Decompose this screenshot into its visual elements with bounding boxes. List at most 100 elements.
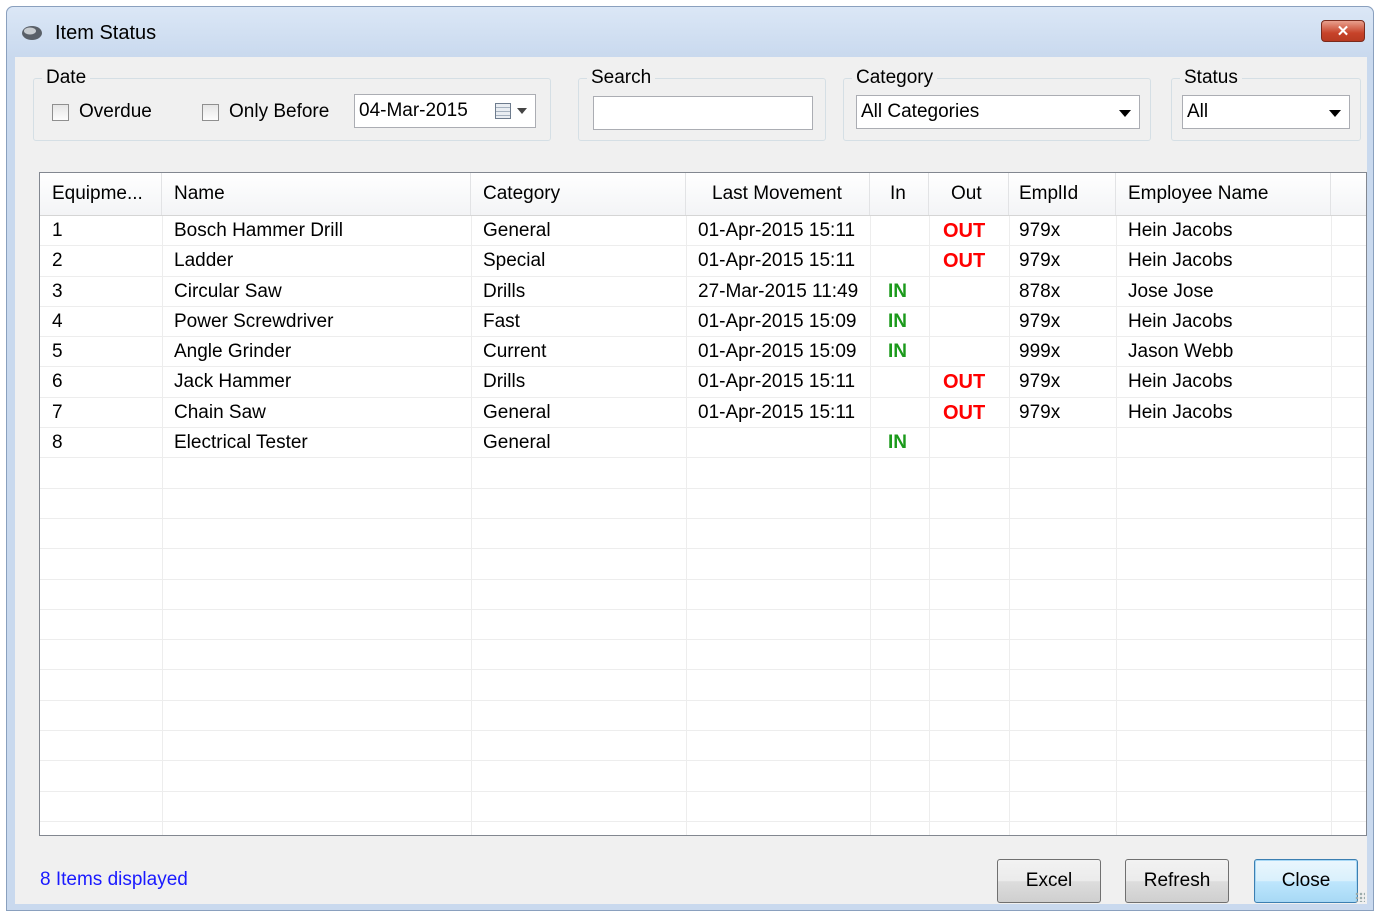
status-legend: Status (1180, 67, 1242, 89)
cell-category: General (483, 432, 551, 454)
cell-id: 6 (52, 371, 63, 393)
category-legend: Category (852, 67, 938, 89)
cell-category: Drills (483, 371, 526, 393)
empty-table-row (40, 701, 1366, 732)
table-row[interactable]: 5 Angle Grinder Current 01-Apr-2015 15:09 IN… (40, 337, 1366, 368)
category-group: Category All Categories (843, 67, 1151, 141)
cell-id: 4 (52, 310, 63, 332)
client-area: Date Overdue Only Before 04-Mar-2015 Sea… (15, 57, 1367, 904)
cell-in (870, 246, 929, 276)
cell-employee: Hein Jacobs (1128, 401, 1233, 423)
cell-id: 5 (52, 341, 63, 363)
only-before-checkbox[interactable]: Only Before (202, 101, 329, 123)
items-displayed-label: 8 Items displayed (40, 869, 188, 890)
cell-in (870, 398, 929, 428)
cell-category: Current (483, 341, 547, 363)
cell-last-movement: 01-Apr-2015 15:11 (698, 401, 856, 423)
cell-id: 8 (52, 432, 63, 454)
cell-in: IN (888, 310, 907, 332)
empty-table-row (40, 580, 1366, 610)
status-selected-value: All (1187, 101, 1209, 122)
cell-employee: Hein Jacobs (1128, 220, 1233, 241)
table-row[interactable]: 6 Jack Hammer Drills 01-Apr-2015 15:11 OUT 97… (40, 367, 1366, 398)
cell-last-movement: 01-Apr-2015 15:11 (698, 371, 856, 393)
cell-out (929, 307, 1009, 337)
cell-emplid: 979x (1019, 250, 1061, 272)
cell-employee: Hein Jacobs (1128, 371, 1233, 393)
cell-emplid: 999x (1019, 341, 1061, 363)
cell-out: OUT (943, 401, 986, 424)
only-before-label: Only Before (229, 101, 330, 122)
cell-name: Electrical Tester (174, 432, 308, 454)
empty-table-row (40, 519, 1366, 550)
cell-emplid: 979x (1019, 371, 1061, 393)
status-dropdown-icon[interactable] (1329, 110, 1341, 117)
col-header-equipment[interactable]: Equipme... (40, 173, 162, 215)
cell-in: IN (888, 341, 907, 363)
cell-out (929, 337, 1009, 367)
grid-header: Equipme... Name Category Last Movement I… (40, 173, 1366, 216)
cell-name: Ladder (174, 250, 234, 272)
close-button[interactable]: Close (1254, 859, 1358, 903)
table-row[interactable]: 1 Bosch Hammer Drill General 01-Apr-2015 15… (40, 216, 1366, 247)
search-legend: Search (587, 67, 656, 89)
cell-name: Circular Saw (174, 280, 282, 302)
title-bar[interactable]: Item Status ✕ (7, 7, 1373, 57)
col-header-out[interactable]: Out (929, 173, 1009, 215)
status-group: Status All (1171, 67, 1361, 141)
calendar-icon[interactable] (495, 103, 511, 119)
status-select[interactable]: All (1182, 95, 1350, 129)
col-header-name[interactable]: Name (162, 173, 471, 215)
items-grid[interactable]: Equipme... Name Category Last Movement I… (39, 172, 1367, 836)
cell-employee: Hein Jacobs (1128, 310, 1233, 332)
category-selected-value: All Categories (861, 101, 980, 122)
search-input[interactable] (593, 96, 813, 130)
col-header-category[interactable]: Category (471, 173, 686, 215)
cell-name: Jack Hammer (174, 371, 292, 393)
col-header-last-movement[interactable]: Last Movement (686, 173, 870, 215)
empty-table-row (40, 458, 1366, 489)
date-group: Date Overdue Only Before 04-Mar-2015 (33, 67, 551, 141)
cell-id: 7 (52, 401, 63, 423)
col-header-emplid[interactable]: EmplId (1009, 173, 1116, 215)
date-picker[interactable]: 04-Mar-2015 (354, 94, 536, 128)
cell-emplid: 979x (1019, 220, 1061, 241)
overdue-checkbox[interactable]: Overdue (52, 101, 152, 123)
date-dropdown-icon[interactable] (517, 108, 527, 114)
cell-employee (1116, 428, 1331, 458)
cell-category: Special (483, 250, 546, 272)
cell-category: General (483, 220, 551, 241)
col-header-employee-name[interactable]: Employee Name (1116, 173, 1331, 215)
cell-last-movement (686, 428, 870, 458)
table-row[interactable]: 4 Power Screwdriver Fast 01-Apr-2015 15:09 I… (40, 307, 1366, 338)
cell-id: 1 (52, 220, 63, 241)
col-header-filler (1331, 173, 1366, 215)
cell-emplid (1009, 428, 1116, 458)
resize-grip-icon[interactable] (1355, 892, 1365, 902)
table-row[interactable]: 8 Electrical Tester General IN (40, 428, 1366, 459)
excel-button[interactable]: Excel (997, 859, 1101, 903)
empty-table-row (40, 549, 1366, 580)
date-legend: Date (42, 67, 91, 89)
col-header-in[interactable]: In (870, 173, 929, 215)
cell-emplid: 979x (1019, 310, 1061, 332)
cell-id: 2 (52, 250, 63, 272)
empty-table-row (40, 489, 1366, 519)
only-before-checkbox-box[interactable] (202, 103, 219, 121)
table-row[interactable]: 3 Circular Saw Drills 27-Mar-2015 11:49 IN 87… (40, 277, 1366, 307)
cell-out (929, 277, 1009, 307)
window-close-button[interactable]: ✕ (1321, 20, 1365, 42)
category-select[interactable]: All Categories (856, 95, 1140, 129)
overdue-checkbox-box[interactable] (52, 103, 69, 121)
category-dropdown-icon[interactable] (1119, 110, 1131, 117)
cell-category: Drills (483, 280, 526, 302)
cell-in: IN (888, 280, 907, 302)
cell-name: Bosch Hammer Drill (174, 220, 343, 241)
cell-last-movement: 01-Apr-2015 15:11 (698, 220, 856, 241)
table-row[interactable]: 7 Chain Saw General 01-Apr-2015 15:11 OUT 979… (40, 398, 1366, 429)
date-picker-value: 04-Mar-2015 (359, 100, 468, 121)
cell-employee: Jason Webb (1128, 341, 1234, 363)
refresh-button[interactable]: Refresh (1125, 859, 1229, 903)
table-row[interactable]: 2 Ladder Special 01-Apr-2015 15:11 OUT 979x He… (40, 246, 1366, 277)
app-icon (22, 26, 42, 40)
